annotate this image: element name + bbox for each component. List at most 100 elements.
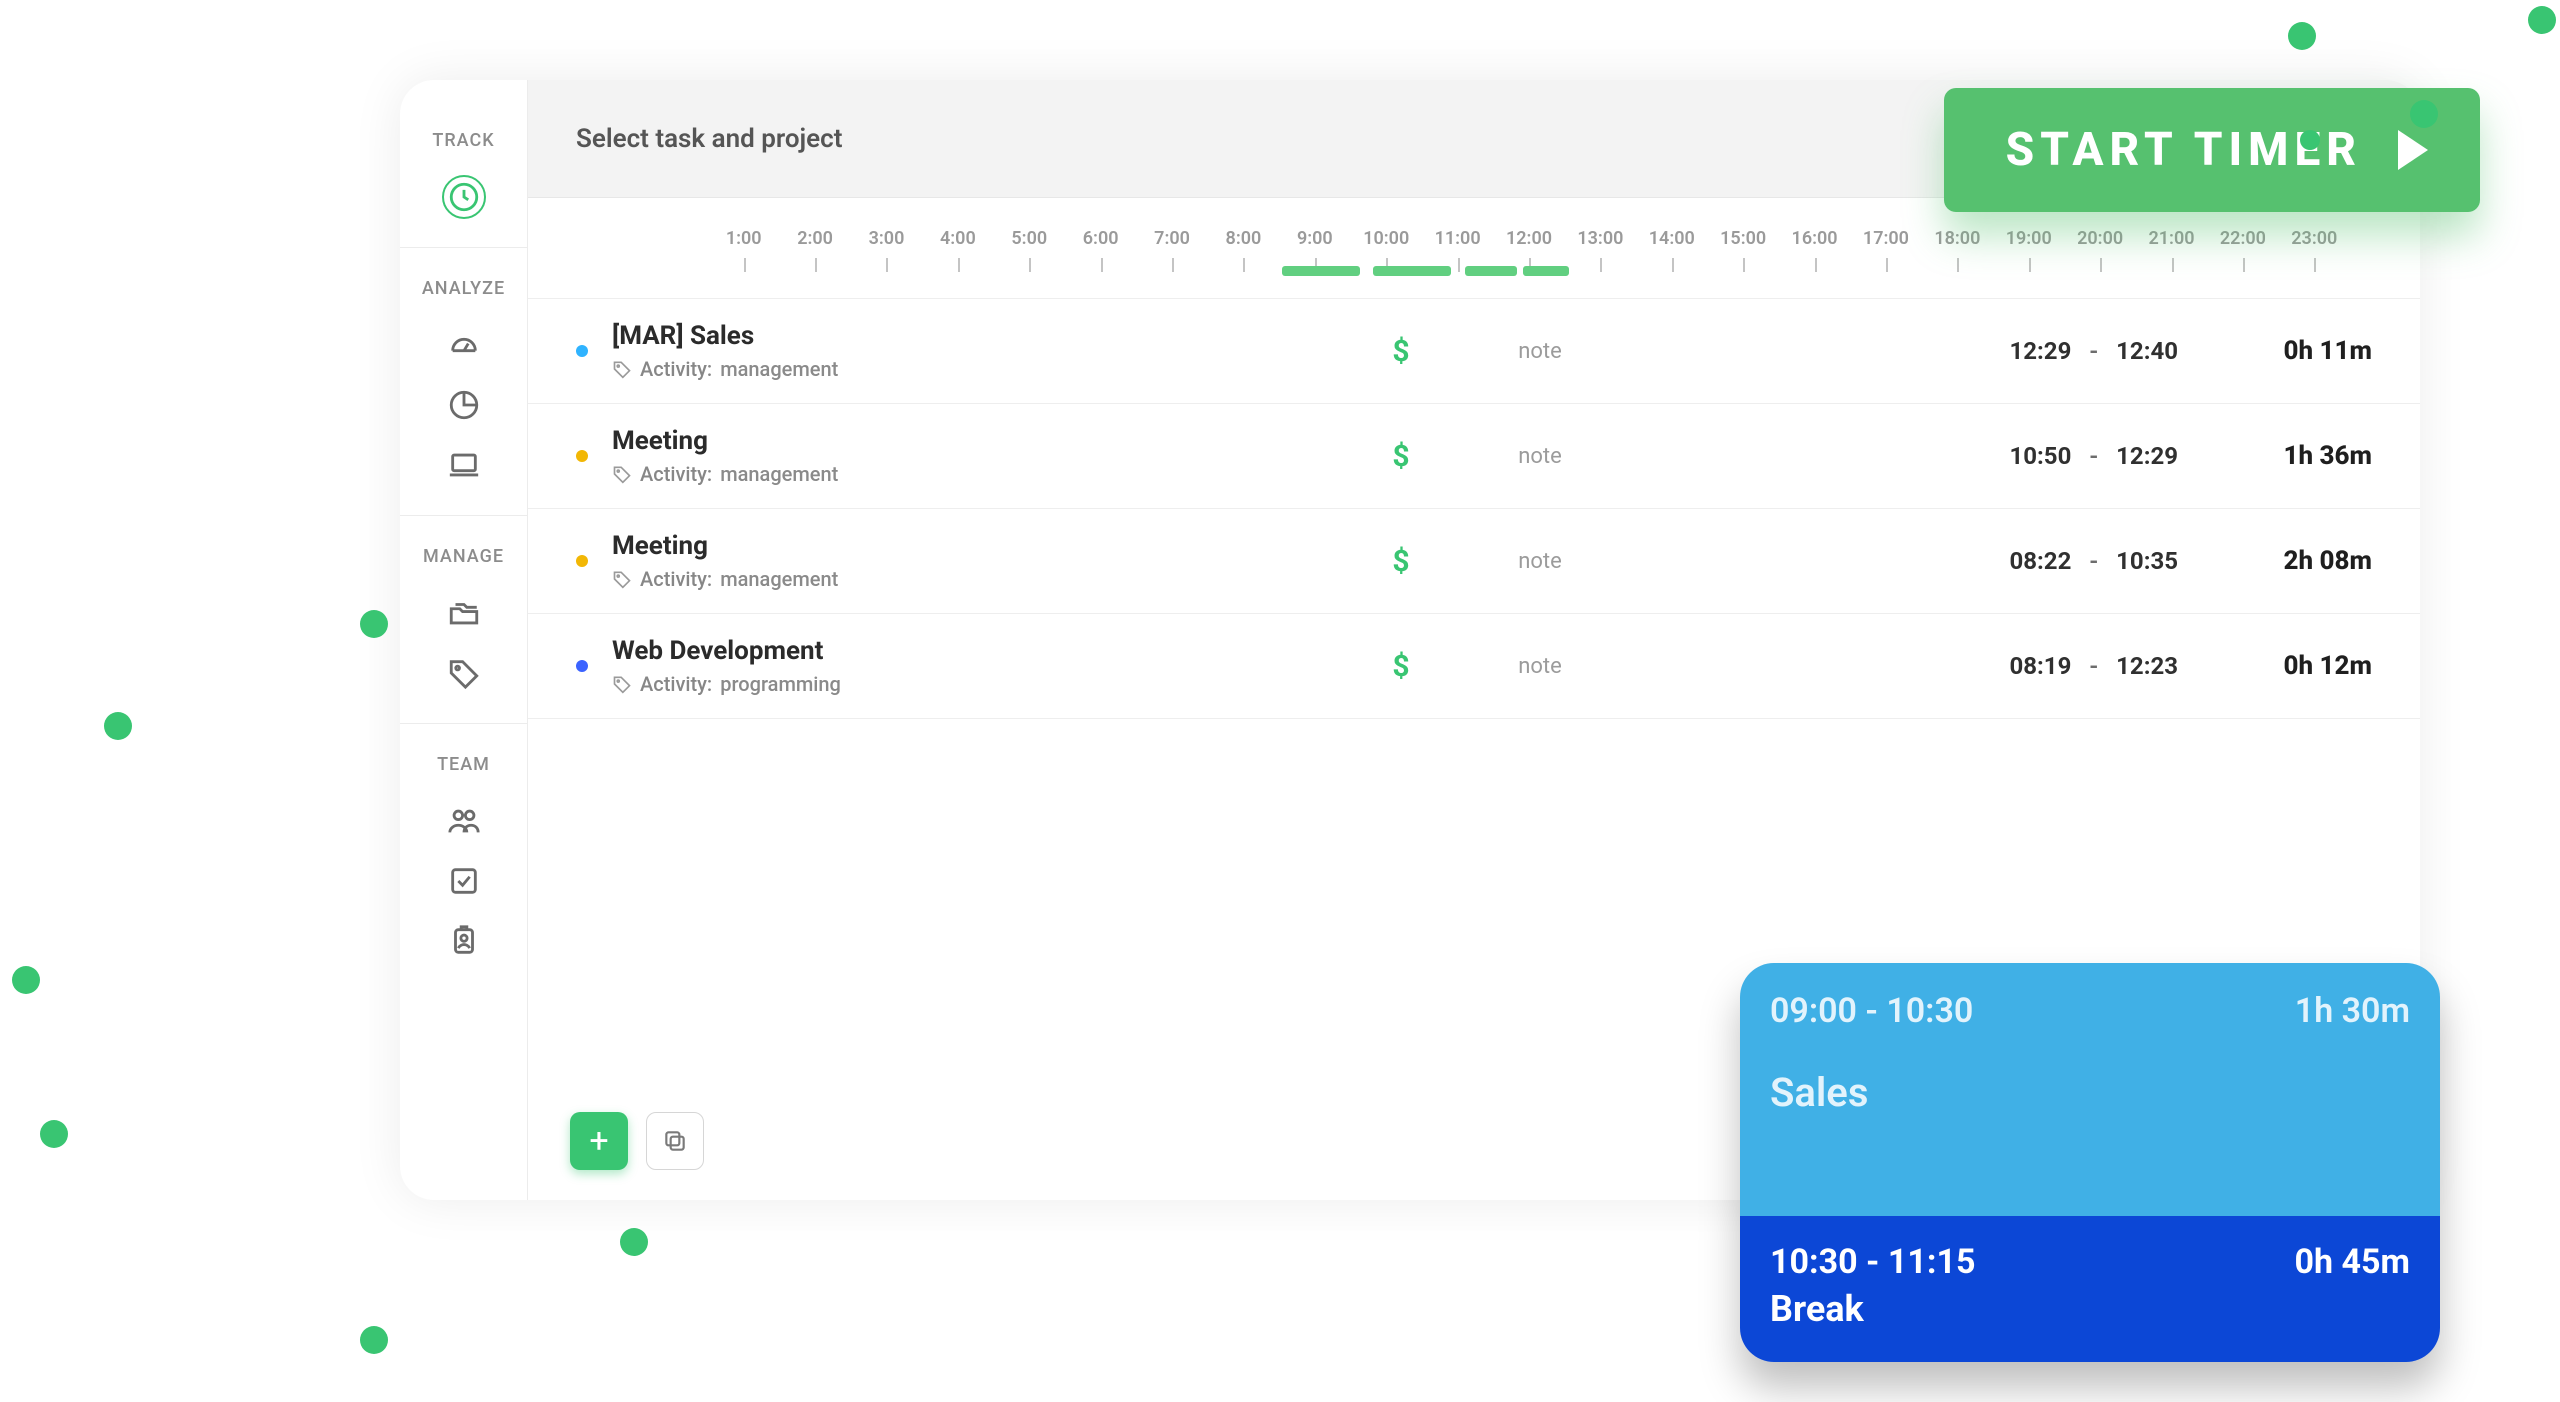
timeline-hour-label: 2:00 [779,228,850,249]
entry-title: Meeting [612,531,1332,561]
timeline-hour-label: 14:00 [1636,228,1707,249]
entry-note[interactable]: note [1470,654,1610,679]
schedule-top-title: Sales [1770,1069,2410,1116]
entry-note[interactable]: note [1470,549,1610,574]
timeline-busy-segment [1465,266,1517,276]
entry-start: 08:22 [2010,547,2072,575]
tag-icon [612,569,632,589]
entry-end: 12:23 [2116,652,2178,680]
entry-activity-label: Activity: [640,567,712,591]
laptop-icon[interactable] [442,443,486,487]
folders-icon[interactable] [442,591,486,635]
dash-separator: - [2089,547,2098,575]
entry-activity-label: Activity: [640,462,712,486]
clock-icon[interactable] [442,175,486,219]
schedule-block-break[interactable]: 10:30 - 11:15 0h 45m Break [1740,1216,2440,1362]
timeline-hour-label: 23:00 [2279,228,2350,249]
time-entry-row[interactable]: [MAR] Sales Activity: management $ note … [528,299,2420,404]
tag-icon [612,464,632,484]
entry-start: 12:29 [2010,337,2072,365]
entry-end: 12:29 [2116,442,2178,470]
entry-color-dot [576,555,588,567]
entry-times[interactable]: 08:19 - 12:23 [1918,652,2178,680]
id-badge-icon[interactable] [442,919,486,963]
entry-activity-label: Activity: [640,357,712,381]
billable-toggle[interactable]: $ [1356,649,1446,684]
timeline-hour-label: 20:00 [2064,228,2135,249]
entry-times[interactable]: 10:50 - 12:29 [1918,442,2178,470]
timeline-busy-segment [1523,266,1569,276]
people-icon[interactable] [442,799,486,843]
dashboard-gauge-icon[interactable] [442,323,486,367]
billable-toggle[interactable]: $ [1356,544,1446,579]
stage: TRACK ANALYZE MANAGE [0,0,2560,1402]
entry-color-dot [576,660,588,672]
timeline-hour-label: 11:00 [1422,228,1493,249]
decorative-dot [12,966,40,994]
entry-title-col: [MAR] Sales Activity: management [612,321,1332,381]
checkbox-icon[interactable] [442,859,486,903]
decorative-dot [360,1326,388,1354]
dash-separator: - [2089,442,2098,470]
dash-separator: - [2089,652,2098,680]
decorative-dot [360,610,388,638]
timeline-hour-label: 8:00 [1208,228,1279,249]
copy-entry-button[interactable] [646,1112,704,1170]
entry-title: Web Development [612,636,1332,666]
entry-start: 08:19 [2010,652,2072,680]
entry-title: [MAR] Sales [612,321,1332,351]
billable-toggle[interactable]: $ [1356,439,1446,474]
schedule-block-sales[interactable]: 09:00 - 10:30 1h 30m Sales [1740,963,2440,1216]
timeline-hour-label: 18:00 [1922,228,1993,249]
sidebar: TRACK ANALYZE MANAGE [400,80,528,1200]
decorative-dot [40,1120,68,1148]
tag-icon [612,674,632,694]
timeline-hour-label: 7:00 [1136,228,1207,249]
entry-color-dot [576,450,588,462]
timeline-hour-label: 17:00 [1850,228,1921,249]
add-entry-button[interactable]: + [570,1112,628,1170]
schedule-bottom-range: 10:30 - 11:15 [1770,1242,1976,1282]
pie-chart-icon[interactable] [442,383,486,427]
tag-icon[interactable] [442,651,486,695]
entry-note[interactable]: note [1470,339,1610,364]
time-entry-row[interactable]: Meeting Activity: management $ note 08:2… [528,509,2420,614]
timeline-hour-label: 19:00 [1993,228,2064,249]
sidebar-section-team: TEAM [437,754,490,775]
timeline-hour-label: 12:00 [1493,228,1564,249]
entry-times[interactable]: 12:29 - 12:40 [1918,337,2178,365]
schedule-top-range: 09:00 - 10:30 [1770,991,1973,1031]
timeline-hour-label: 21:00 [2136,228,2207,249]
schedule-bottom-duration: 0h 45m [2295,1242,2410,1282]
entry-duration: 2h 08m [2202,546,2372,576]
start-timer-button[interactable]: START TIMER [1944,88,2480,212]
tag-icon [612,359,632,379]
decorative-dot [2528,6,2556,34]
decorative-dot [2288,22,2316,50]
timeline-busy-segment [1373,266,1451,276]
timeline-hour-label: 1:00 [708,228,779,249]
entry-note[interactable]: note [1470,444,1610,469]
entry-times[interactable]: 08:22 - 10:35 [1918,547,2178,575]
entry-start: 10:50 [2010,442,2072,470]
timeline-hour-label: 22:00 [2207,228,2278,249]
decorative-dot [2410,100,2438,128]
entry-activity-value: management [720,357,838,381]
timeline-hour-label: 6:00 [1065,228,1136,249]
sidebar-section-manage: MANAGE [423,546,504,567]
billable-toggle[interactable]: $ [1356,334,1446,369]
timeline-hour-label: 5:00 [994,228,1065,249]
timeline-hour-label: 10:00 [1351,228,1422,249]
timeline-hour-label: 13:00 [1565,228,1636,249]
entry-duration: 0h 12m [2202,651,2372,681]
time-entry-row[interactable]: Web Development Activity: programming $ … [528,614,2420,719]
time-entry-row[interactable]: Meeting Activity: management $ note 10:5… [528,404,2420,509]
sidebar-section-analyze: ANALYZE [422,278,505,299]
timeline-ruler: 1:002:003:004:005:006:007:008:009:0010:0… [528,198,2420,299]
entry-activity-value: management [720,462,838,486]
timeline-hour-label: 4:00 [922,228,993,249]
task-select-input[interactable]: Select task and project [576,124,842,154]
entry-activity-value: management [720,567,838,591]
play-icon [2398,130,2428,170]
entry-duration: 0h 11m [2202,336,2372,366]
